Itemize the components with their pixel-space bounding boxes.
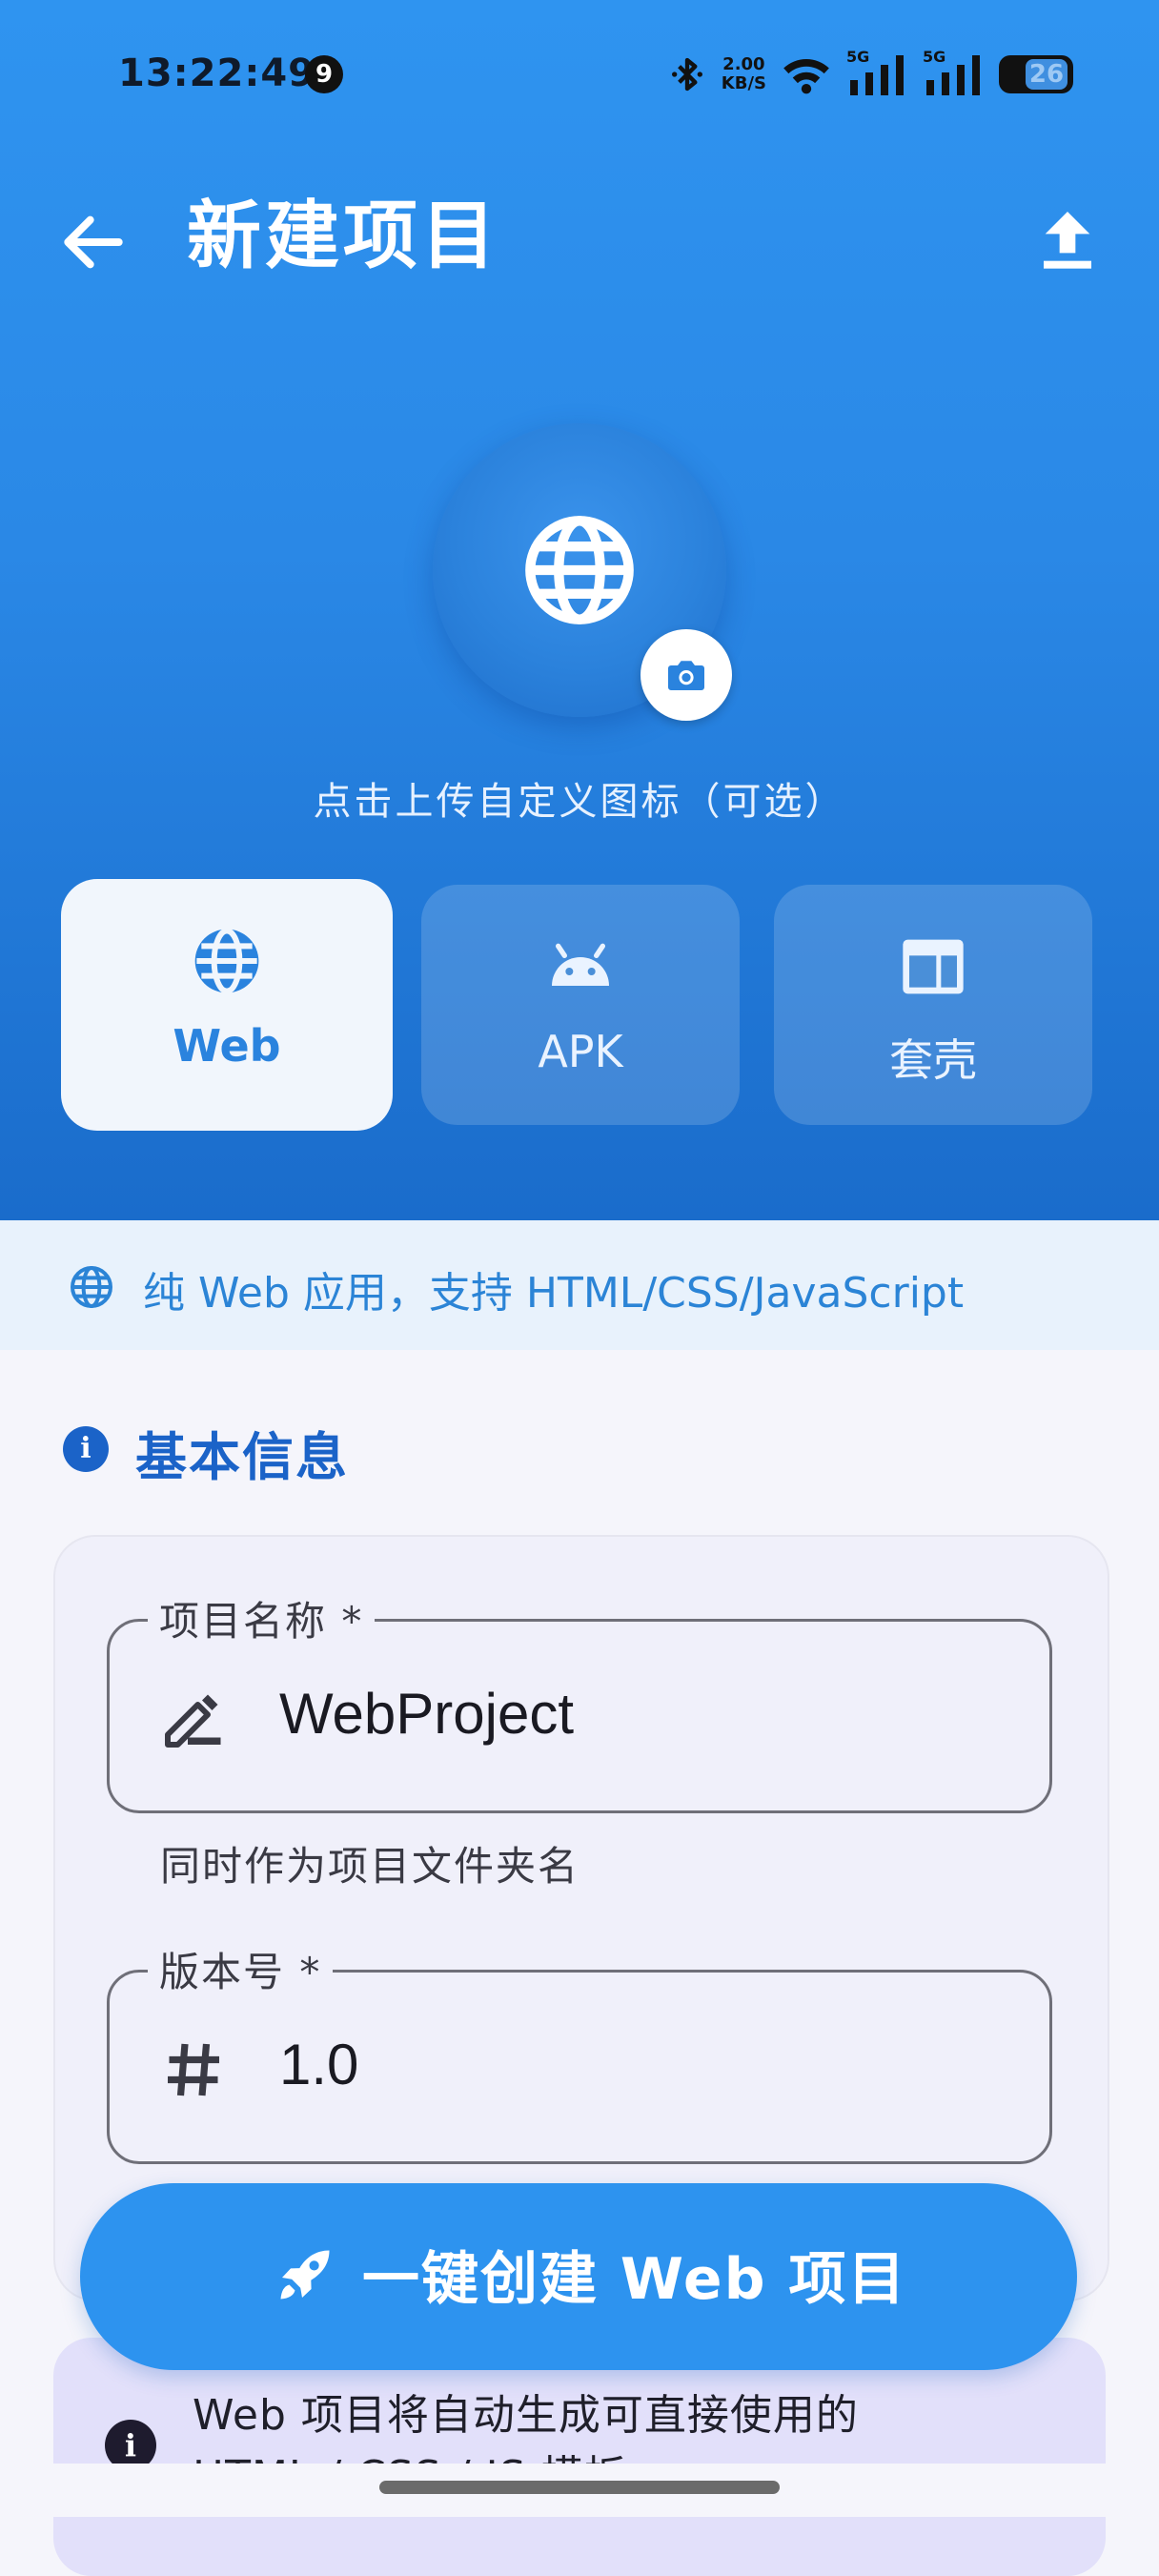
tab-apk[interactable]: APK	[421, 885, 740, 1125]
upload-hint: 点击上传自定义图标（可选）	[313, 780, 846, 824]
status-bar: 13:22:49 9 2.00 KB/S 5G 5G 26	[0, 0, 1159, 153]
tab-shell-label: 套壳	[889, 1034, 977, 1086]
header-background: 13:22:49 9 2.00 KB/S 5G 5G 26 新建项目 点击上传自…	[0, 0, 1159, 1220]
tab-apk-label: APK	[538, 1026, 623, 1077]
type-description: 纯 Web 应用，支持 HTML/CSS/JavaScript	[143, 1269, 965, 1318]
signal-5g-1: 5G	[846, 48, 907, 95]
camera-button[interactable]	[640, 629, 732, 721]
web-layout-icon	[903, 939, 964, 994]
tab-web[interactable]: Web	[61, 879, 393, 1131]
status-icons: 2.00 KB/S 5G 5G 26	[668, 48, 1073, 101]
rocket-icon	[280, 2250, 330, 2300]
project-name-field[interactable]: 项目名称 * WebProject	[107, 1589, 1052, 1813]
arrow-left-icon[interactable]	[55, 204, 132, 280]
camera-icon	[668, 661, 704, 690]
edit-icon	[165, 1694, 221, 1748]
signal-5g-2: 5G	[923, 48, 984, 95]
net-speed-value: 2.00	[722, 54, 765, 74]
battery-icon: 26	[999, 55, 1073, 93]
home-indicator[interactable]	[379, 2481, 780, 2494]
upload-icon[interactable]	[1029, 202, 1106, 278]
tab-web-label: Web	[173, 1020, 281, 1072]
status-time: 13:22:49	[118, 51, 315, 95]
net-speed-unit: KB/S	[721, 73, 766, 93]
hash-icon	[168, 2043, 219, 2096]
create-project-button[interactable]: 一键创建 Web 项目	[80, 2183, 1077, 2370]
tab-shell[interactable]: 套壳	[774, 885, 1092, 1125]
bluetooth-icon	[671, 57, 702, 92]
app-bar: 新建项目	[0, 181, 1159, 296]
project-name-label: 项目名称 *	[148, 1589, 376, 1647]
notice-line-1: Web 项目将自动生成可直接使用的	[193, 2391, 859, 2440]
net-speed: 2.00 KB/S	[722, 55, 766, 93]
section-title-label: 基本信息	[135, 1427, 349, 1487]
create-project-label: 一键创建 Web 项目	[362, 2246, 907, 2313]
page-title: 新建项目	[187, 194, 500, 279]
type-description-bar: 纯 Web 应用，支持 HTML/CSS/JavaScript	[0, 1220, 1159, 1350]
globe-icon	[525, 516, 634, 624]
project-name-input[interactable]: WebProject	[279, 1681, 574, 1747]
version-field[interactable]: 版本号 * 1.0	[107, 1940, 1052, 2164]
globe-icon	[71, 1266, 112, 1308]
info-icon: i	[63, 1426, 109, 1472]
battery-level: 26	[1026, 59, 1068, 90]
project-name-helper: 同时作为项目文件夹名	[160, 1843, 580, 1890]
notice-card: i Web 项目将自动生成可直接使用的 HTML / CSS / JS 模板	[53, 2338, 1106, 2576]
version-input[interactable]: 1.0	[279, 2032, 358, 2097]
notification-badge: 9	[305, 55, 343, 93]
version-label: 版本号 *	[148, 1940, 334, 1998]
wifi-icon	[783, 59, 829, 94]
android-icon	[552, 943, 609, 986]
globe-icon	[194, 928, 259, 994]
